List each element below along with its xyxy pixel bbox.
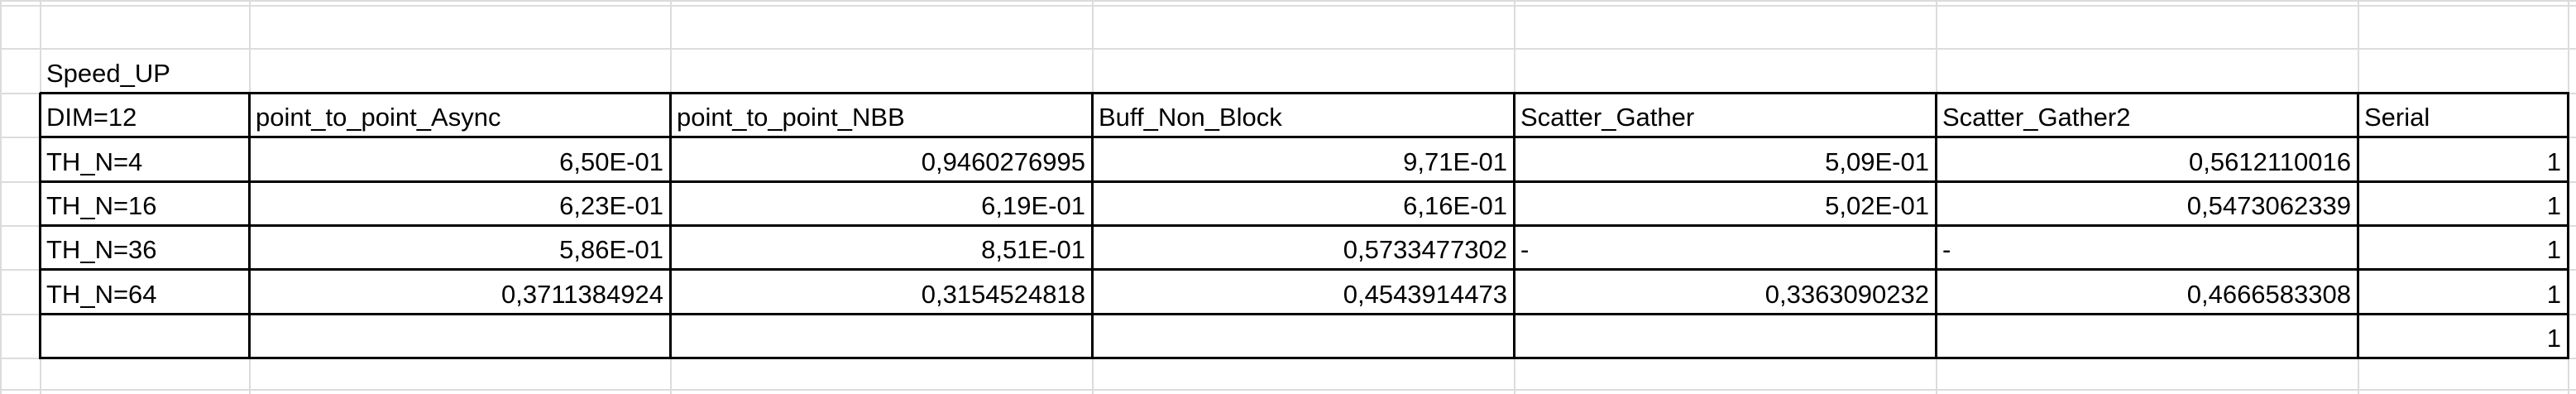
- row-label[interactable]: TH_N=4: [40, 137, 249, 181]
- column-header[interactable]: point_to_point_Async: [249, 93, 670, 137]
- column-header[interactable]: Scatter_Gather2: [1936, 93, 2358, 137]
- table-cell[interactable]: 5,09E-01: [1514, 137, 1936, 181]
- row-label[interactable]: [40, 314, 249, 358]
- column-header[interactable]: point_to_point_NBB: [670, 93, 1092, 137]
- table-caption[interactable]: Speed_UP: [40, 48, 249, 93]
- table-border-horizontal: [40, 357, 2569, 359]
- table-cell[interactable]: 0,5733477302: [1092, 225, 1514, 269]
- table-cell[interactable]: 5,02E-01: [1514, 181, 1936, 225]
- table-cell[interactable]: 6,50E-01: [249, 137, 670, 181]
- table-cell[interactable]: -: [1514, 225, 1936, 269]
- table-cell[interactable]: 0,4666583308: [1936, 269, 2358, 314]
- table-cell[interactable]: 6,16E-01: [1092, 181, 1514, 225]
- table-cell[interactable]: 0,5473062339: [1936, 181, 2358, 225]
- column-header[interactable]: Buff_Non_Block: [1092, 93, 1514, 137]
- table-cell[interactable]: [249, 314, 670, 358]
- table-border-horizontal: [40, 180, 2569, 183]
- column-header[interactable]: Serial: [2358, 93, 2568, 137]
- table-cell[interactable]: [1514, 314, 1936, 358]
- table-border-vertical: [1091, 93, 1094, 359]
- row-label[interactable]: TH_N=36: [40, 225, 249, 269]
- gridline-horizontal: [0, 0, 2576, 2]
- table-border-vertical: [39, 93, 41, 359]
- table-cell[interactable]: 0,5612110016: [1936, 137, 2358, 181]
- table-cell[interactable]: 0,3154524818: [670, 269, 1092, 314]
- gridline-vertical: [0, 0, 2, 394]
- table-cell[interactable]: 1: [2358, 137, 2568, 181]
- table-cell[interactable]: 1: [2358, 181, 2568, 225]
- header-dim[interactable]: DIM=12: [40, 93, 249, 137]
- gridline-horizontal: [0, 48, 2576, 50]
- table-border-horizontal: [40, 92, 2569, 94]
- gridline-horizontal: [0, 389, 2576, 391]
- table-cell[interactable]: [1092, 314, 1514, 358]
- spreadsheet-grid: Speed_UP DIM=12 point_to_point_Async point_…: [0, 0, 2576, 394]
- table-cell[interactable]: 1: [2358, 225, 2568, 269]
- table-border-horizontal: [40, 136, 2569, 138]
- table-cell[interactable]: 0,3711384924: [249, 269, 670, 314]
- table-cell[interactable]: 6,19E-01: [670, 181, 1092, 225]
- row-label[interactable]: TH_N=16: [40, 181, 249, 225]
- table-cell[interactable]: 1: [2358, 314, 2568, 358]
- table-border-vertical: [1935, 93, 1937, 359]
- table-border-horizontal: [40, 224, 2569, 227]
- table-cell[interactable]: [1936, 314, 2358, 358]
- table-border-vertical: [2357, 93, 2359, 359]
- table-border-horizontal: [40, 313, 2569, 315]
- table-cell[interactable]: 8,51E-01: [670, 225, 1092, 269]
- table-cell[interactable]: 5,86E-01: [249, 225, 670, 269]
- table-border-horizontal: [40, 268, 2569, 271]
- table-border-vertical: [2567, 93, 2569, 359]
- table-cell[interactable]: 1: [2358, 269, 2568, 314]
- table-cell[interactable]: 0,9460276995: [670, 137, 1092, 181]
- table-cell[interactable]: 9,71E-01: [1092, 137, 1514, 181]
- table-border-vertical: [1513, 93, 1515, 359]
- table-cell[interactable]: 0,3363090232: [1514, 269, 1936, 314]
- table-cell[interactable]: 6,23E-01: [249, 181, 670, 225]
- table-cell[interactable]: [670, 314, 1092, 358]
- column-header[interactable]: Scatter_Gather: [1514, 93, 1936, 137]
- table-border-vertical: [248, 93, 251, 359]
- table-cell[interactable]: -: [1936, 225, 2358, 269]
- table-cell[interactable]: 0,4543914473: [1092, 269, 1514, 314]
- table-border-vertical: [669, 93, 672, 359]
- row-label[interactable]: TH_N=64: [40, 269, 249, 314]
- gridline-horizontal: [0, 5, 2576, 7]
